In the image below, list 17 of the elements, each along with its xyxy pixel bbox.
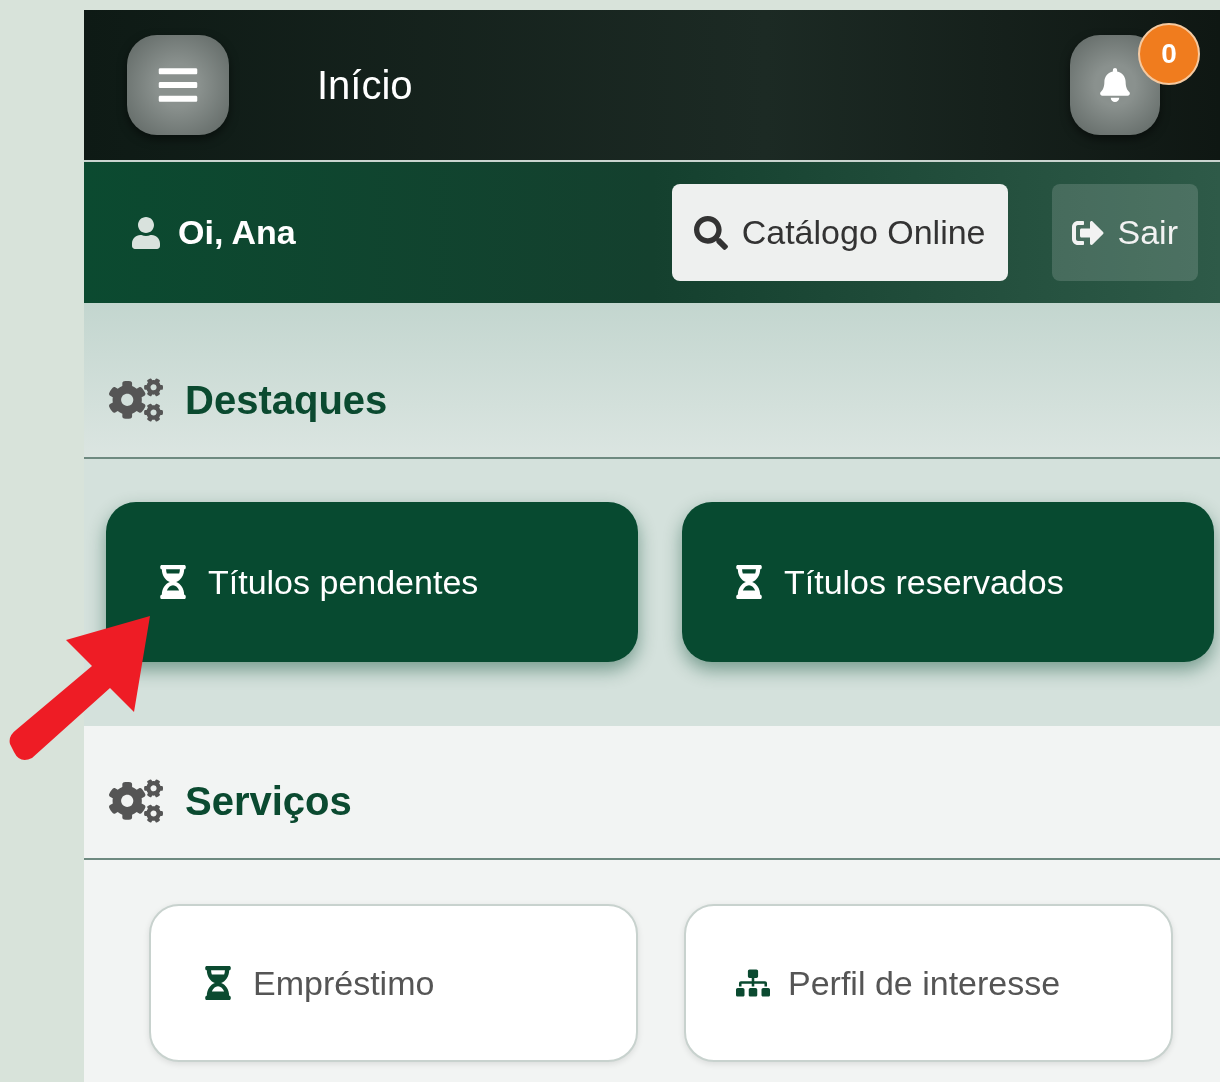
shortcut-button[interactable]: Empréstimo [149, 904, 638, 1062]
shortcut-button[interactable]: Títulos pendentes [106, 502, 638, 662]
user-icon [130, 216, 162, 249]
catalog-button[interactable]: Catálogo Online [671, 184, 1008, 281]
shortcut-button[interactable]: Títulos reservados [682, 502, 1214, 662]
greeting: Oi, Ana [178, 213, 296, 252]
section-title: Serviços [185, 778, 352, 824]
search-icon [693, 215, 728, 250]
bell-icon [1098, 68, 1132, 102]
section-title: Destaques [185, 377, 388, 423]
sitemap-icon [736, 966, 770, 1000]
shortcut-button[interactable]: Perfil de interesse [684, 904, 1173, 1062]
menu-button[interactable] [127, 35, 229, 135]
logout-button[interactable]: Sair [1051, 184, 1198, 281]
notification-button[interactable] [1070, 35, 1160, 135]
notification-badge: 0 [1138, 23, 1200, 85]
page-title: Início [317, 62, 414, 108]
